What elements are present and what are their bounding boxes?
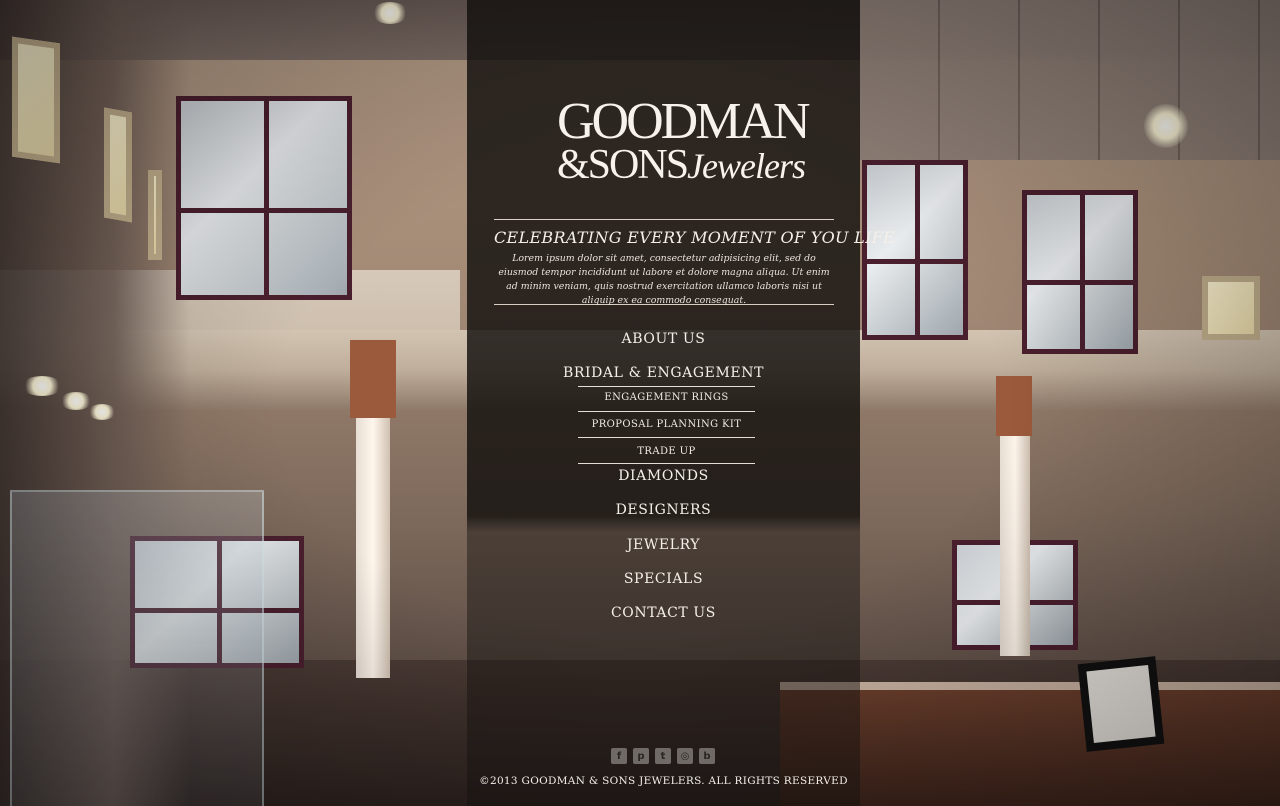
logo-sons: &SONS [557, 142, 689, 188]
hero-tagline: CELEBRATING EVERY MOMENT OF YOU LIFE [494, 228, 896, 247]
hero-box: CELEBRATING EVERY MOMENT OF YOU LIFE Lor… [494, 219, 896, 306]
footer-copyright: ©2013 GOODMAN & SONS JEWELERS. ALL RIGHT… [479, 775, 848, 787]
instagram-icon[interactable]: ◎ [677, 748, 693, 764]
nav-diamonds[interactable]: DIAMONDS [467, 468, 860, 484]
nav-divider [578, 386, 755, 387]
nav-sub-engagement-rings[interactable]: ENGAGEMENT RINGS [578, 392, 755, 412]
nav-bridal[interactable]: BRIDAL & ENGAGEMENT [467, 365, 860, 381]
nav-sub-trade-up[interactable]: TRADE UP [578, 446, 755, 464]
nav-jewelry[interactable]: JEWELRY [467, 537, 860, 553]
brand-logo[interactable]: GOODMAN &SONSJewelers [557, 93, 811, 196]
blogger-icon[interactable]: b [699, 748, 715, 764]
nav-designers[interactable]: DESIGNERS [467, 502, 860, 518]
social-links: f p t ◎ b [611, 748, 715, 764]
logo-line2: &SONSJewelers [557, 142, 806, 189]
nav-contact[interactable]: CONTACT US [467, 605, 860, 621]
hero-body: Lorem ipsum dolor sit amet, consectetur … [498, 253, 830, 306]
logo-jewelers: Jewelers [687, 146, 806, 186]
nav-specials[interactable]: SPECIALS [467, 571, 860, 587]
nav-about[interactable]: ABOUT US [467, 331, 860, 347]
pinterest-icon[interactable]: p [633, 748, 649, 764]
logo-line1: GOODMAN [557, 93, 811, 150]
nav-sub-proposal-kit[interactable]: PROPOSAL PLANNING KIT [578, 419, 755, 438]
twitter-icon[interactable]: t [655, 748, 671, 764]
facebook-icon[interactable]: f [611, 748, 627, 764]
content-panel: GOODMAN &SONSJewelers CELEBRATING EVERY … [467, 0, 896, 806]
